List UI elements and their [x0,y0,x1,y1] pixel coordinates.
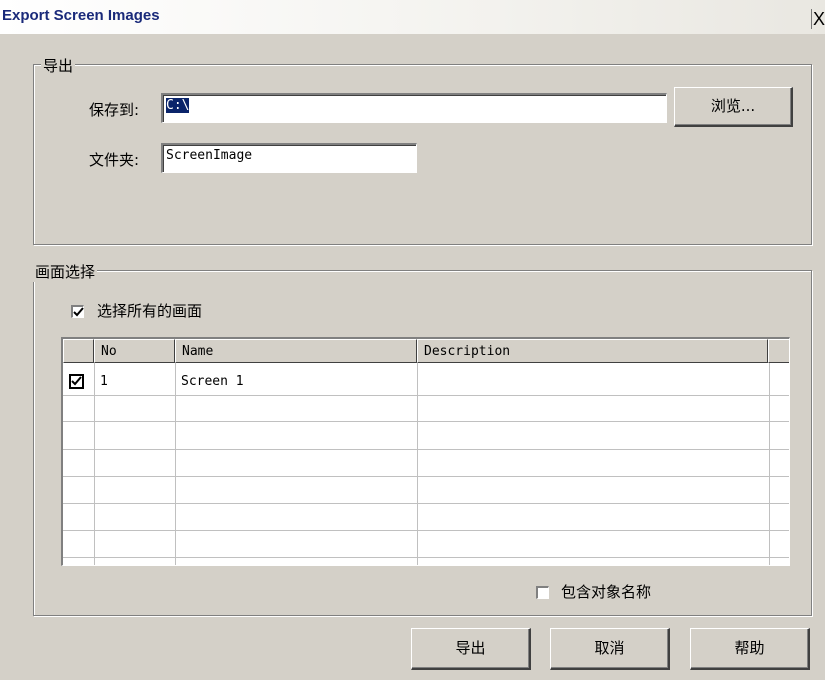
folder-value: ScreenImage [166,148,253,163]
screen-grid[interactable]: No Name Description 1 Screen 1 [61,337,790,566]
export-dialog: Export Screen Images X 导出 保存到: C:\ 浏览...… [0,0,825,680]
grid-header-check[interactable] [63,339,94,363]
grid-col-divider [769,363,770,565]
export-button-label: 导出 [455,639,486,657]
close-button[interactable]: X [811,9,825,29]
include-names-label: 包含对象名称 [561,583,652,601]
grid-header-description[interactable]: Description [417,339,768,363]
save-to-value: C:\ [166,98,190,113]
export-group-legend: 导出 [41,55,76,76]
folder-input[interactable]: ScreenImage [161,143,417,173]
grid-col-divider [417,363,418,565]
help-button-label: 帮助 [734,639,765,657]
row-checkbox[interactable] [69,374,84,389]
include-names-checkbox[interactable] [536,586,549,599]
dialog-title: Export Screen Images [2,7,160,24]
help-button[interactable]: 帮助 [690,628,810,670]
grid-row-divider [63,557,789,558]
cancel-button[interactable]: 取消 [550,628,670,670]
grid-header-name[interactable]: Name [175,339,417,363]
row-no: 1 [100,374,108,389]
grid-row-divider [63,421,789,422]
grid-col-divider [94,363,95,565]
screen-selection-legend: 画面选择 [33,261,98,282]
row-name: Screen 1 [181,374,244,389]
browse-button[interactable]: 浏览... [674,87,793,127]
title-bar[interactable]: Export Screen Images X [0,0,825,34]
folder-label: 文件夹: [89,151,140,169]
grid-row-divider [63,476,789,477]
export-button[interactable]: 导出 [411,628,531,670]
grid-header-filler [768,339,789,363]
grid-row-divider [63,449,789,450]
check-icon [71,376,82,386]
grid-row-divider [63,503,789,504]
check-icon [73,307,84,317]
save-to-label: 保存到: [89,101,140,119]
browse-button-label: 浏览... [710,97,756,115]
grid-header-no[interactable]: No [94,339,175,363]
select-all-label: 选择所有的画面 [97,302,203,320]
grid-row-divider [63,530,789,531]
cancel-button-label: 取消 [594,639,625,657]
grid-col-divider [175,363,176,565]
grid-row-divider [63,395,789,396]
save-to-input[interactable]: C:\ [161,93,667,123]
select-all-checkbox[interactable] [71,305,84,318]
